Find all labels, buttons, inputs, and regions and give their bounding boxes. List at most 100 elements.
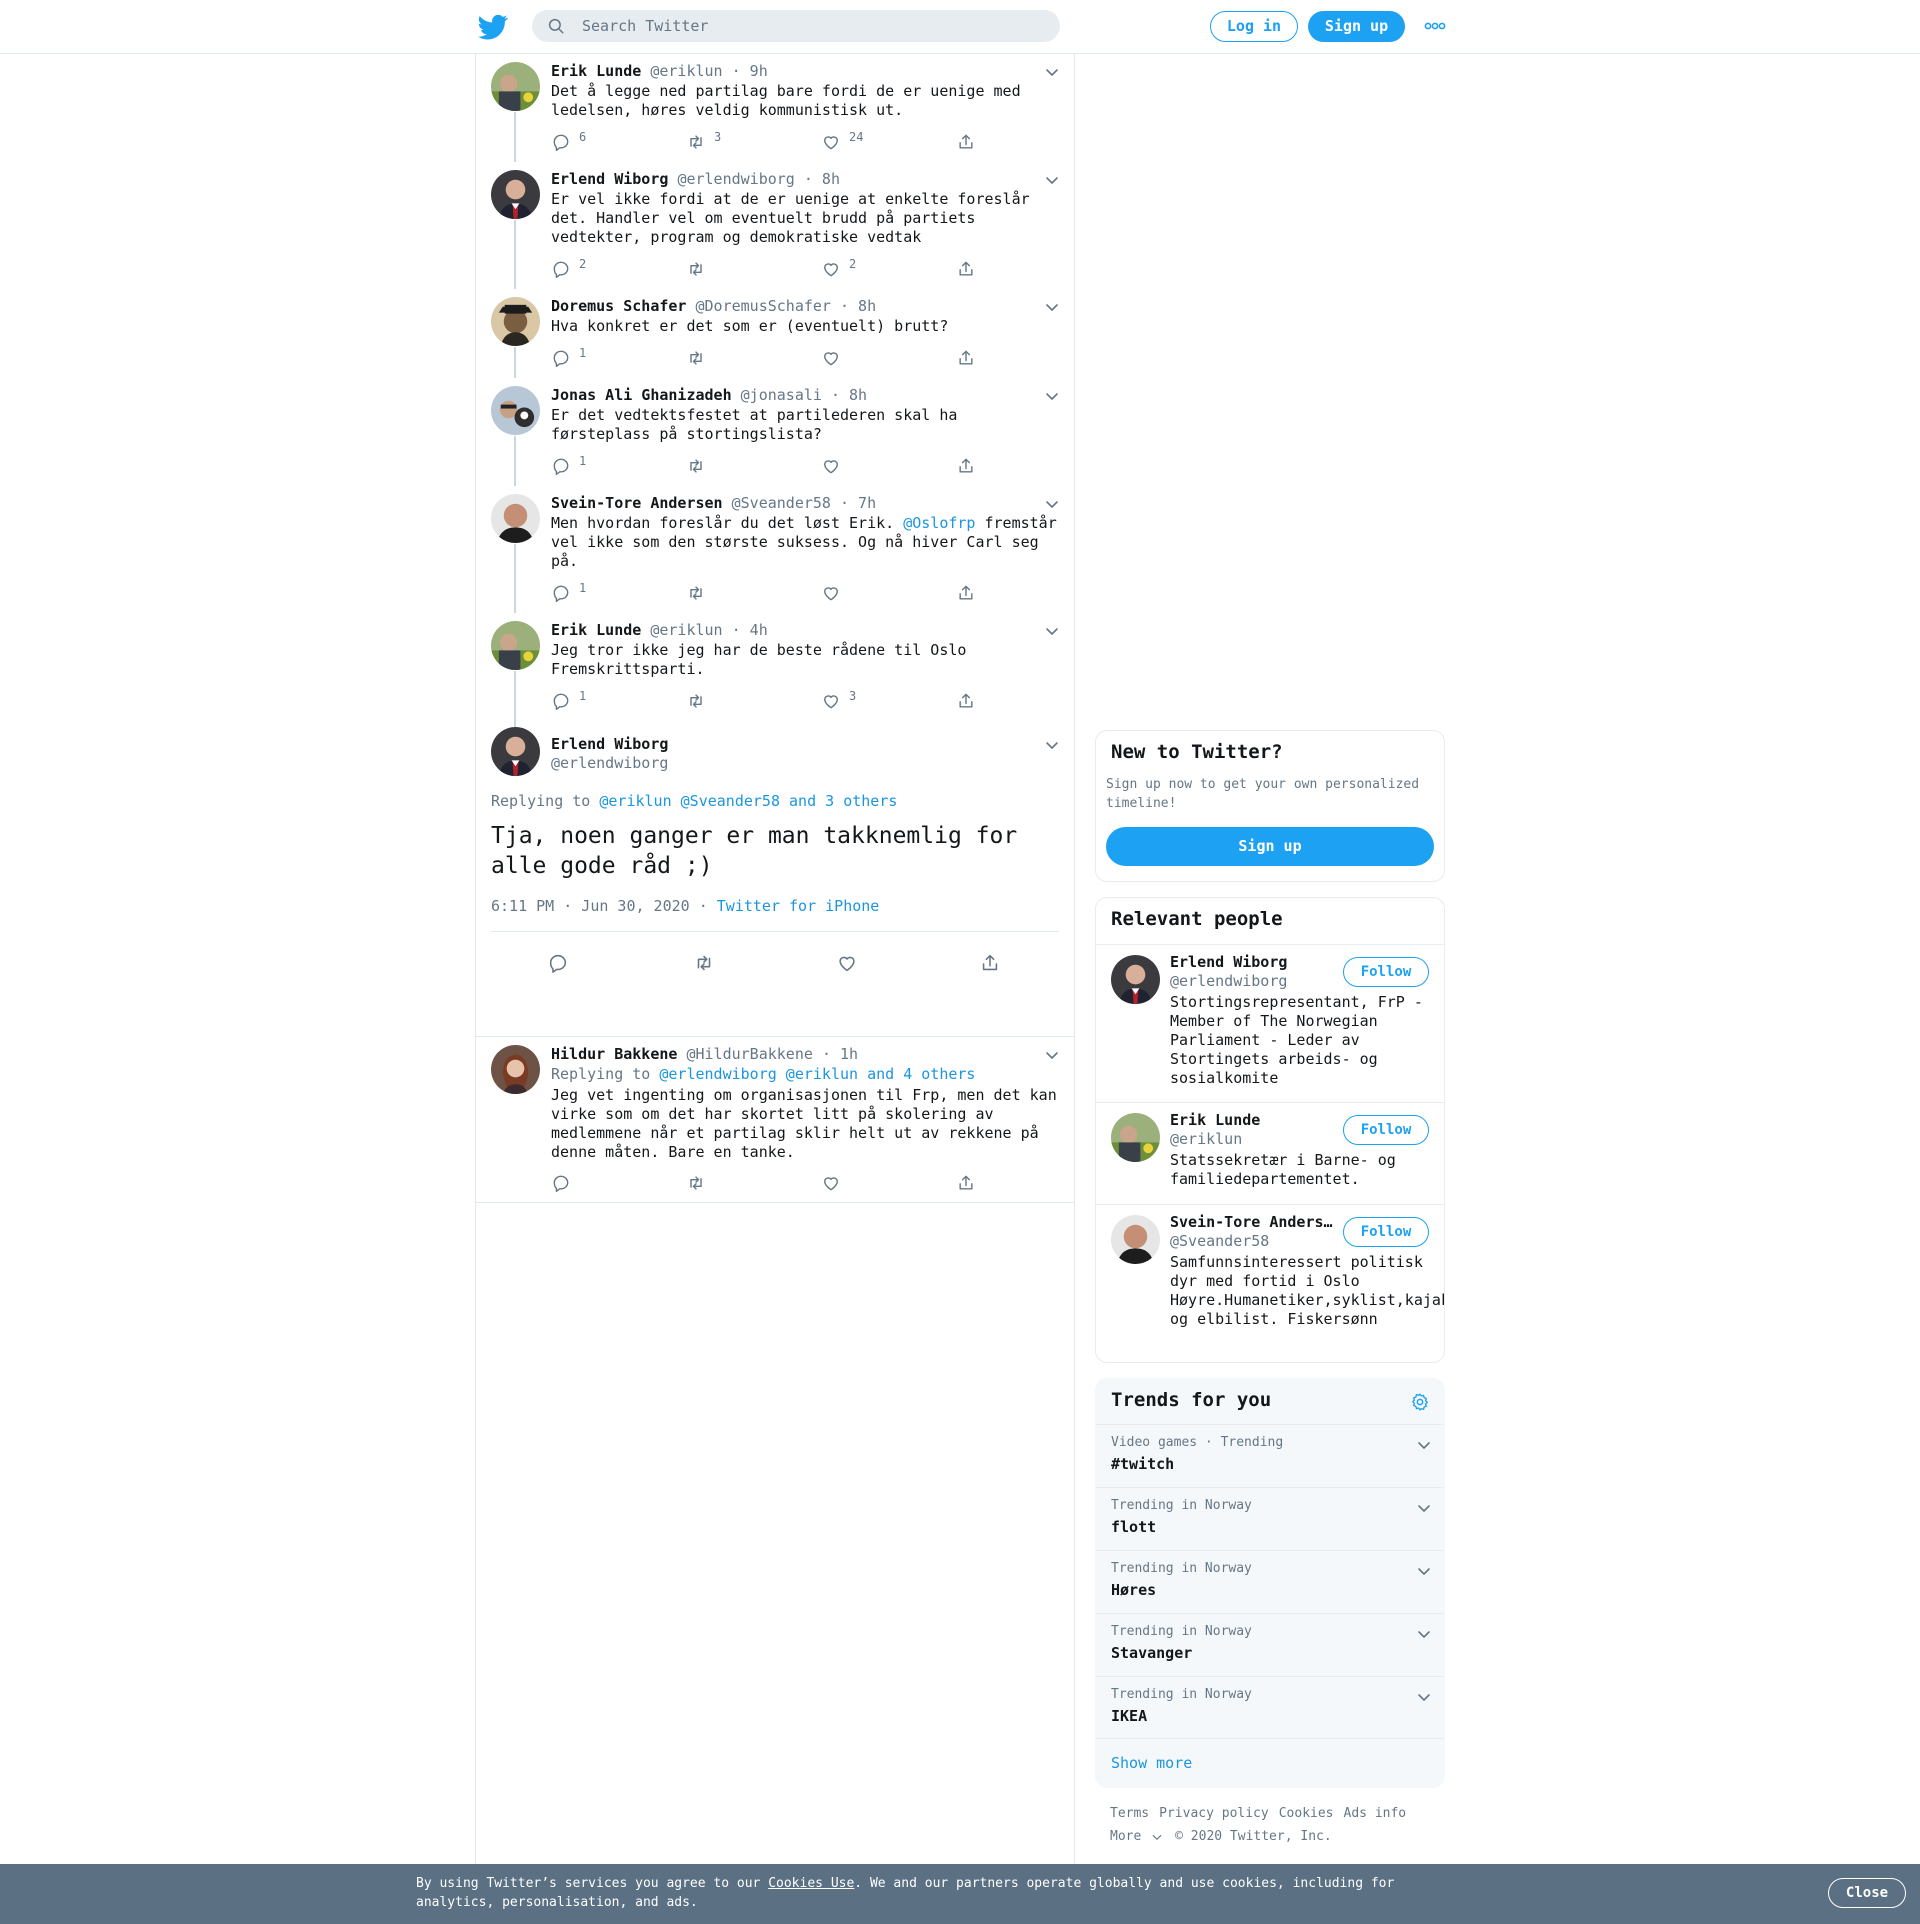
more-icon[interactable]	[1424, 18, 1446, 34]
show-more-label[interactable]: Show more	[1111, 1754, 1192, 1772]
trend-name[interactable]: Høres	[1111, 1581, 1156, 1599]
author-handle[interactable]: @eriklun	[650, 621, 722, 639]
reply-icon[interactable]	[547, 952, 569, 974]
search-box[interactable]: Search Twitter	[532, 10, 1060, 42]
chevron-down-icon[interactable]	[1044, 388, 1060, 404]
share-button[interactable]	[956, 456, 976, 476]
author-handle[interactable]: @HildurBakkene	[686, 1045, 812, 1063]
footer-link-cookies[interactable]: Cookies	[1279, 1806, 1334, 1821]
avatar[interactable]	[491, 494, 540, 543]
trend-item[interactable]: Trending in Norway flott	[1096, 1487, 1444, 1550]
replying-to-links[interactable]: @erlendwiborg @eriklun and 4 others	[659, 1065, 975, 1083]
chevron-down-icon[interactable]	[1044, 1047, 1060, 1063]
trend-item[interactable]: Trending in Norway Høres	[1096, 1550, 1444, 1613]
author-name[interactable]: Erik Lunde	[551, 621, 641, 639]
follow-button[interactable]: Follow	[1343, 1115, 1429, 1145]
like-button[interactable]: 2	[821, 257, 856, 279]
sign-up-button[interactable]: Sign up	[1308, 11, 1405, 42]
show-more-link[interactable]: Show more	[1096, 1738, 1444, 1787]
reply-button[interactable]	[551, 1173, 571, 1193]
author-handle[interactable]: @DoremusSchafer	[696, 297, 831, 315]
log-in-button[interactable]: Log in	[1210, 11, 1298, 42]
author-name[interactable]: Erik Lunde	[551, 62, 641, 80]
trend-name[interactable]: flott	[1111, 1518, 1156, 1536]
trend-item[interactable]: Video games · Trending #twitch	[1096, 1424, 1444, 1487]
tweet[interactable]: Svein-Tore Andersen @Sveander58 · 7h Men…	[476, 486, 1074, 613]
retweet-button[interactable]	[686, 259, 714, 279]
like-button[interactable]: 3	[821, 689, 856, 711]
share-button[interactable]	[956, 583, 976, 603]
gear-icon[interactable]	[1410, 1392, 1430, 1412]
author-name[interactable]: Hildur Bakkene	[551, 1045, 677, 1063]
reply-button[interactable]: 1	[551, 346, 586, 368]
person-item[interactable]: Erlend Wiborg @erlendwiborg Follow Stort…	[1096, 944, 1444, 1102]
retweet-button[interactable]	[686, 1173, 706, 1193]
tweet[interactable]: Erik Lunde @eriklun · 9h Det å legge ned…	[476, 54, 1074, 162]
author-name[interactable]: Erlend Wiborg	[551, 735, 668, 753]
retweet-button[interactable]	[686, 348, 714, 368]
chevron-down-icon[interactable]	[1416, 1437, 1432, 1453]
avatar[interactable]	[491, 727, 540, 776]
person-item[interactable]: Svein-Tore Andersen @Sveander58 Follow S…	[1096, 1204, 1444, 1362]
author-handle[interactable]: @erlendwiborg	[677, 170, 794, 188]
tweet-time[interactable]: · 7h	[840, 494, 876, 512]
share-button[interactable]	[956, 132, 976, 152]
tweet-time[interactable]: · 8h	[840, 297, 876, 315]
like-button[interactable]	[821, 583, 849, 603]
footer-link-terms[interactable]: Terms	[1110, 1806, 1149, 1821]
person-name[interactable]: Svein-Tore Andersen	[1170, 1213, 1338, 1231]
chevron-down-icon[interactable]	[1416, 1689, 1432, 1705]
chevron-down-icon[interactable]	[1044, 737, 1060, 753]
avatar[interactable]	[1111, 1215, 1160, 1264]
replying-to-links[interactable]: @eriklun @Sveander58 and 3 others	[599, 792, 897, 810]
tweet-source-link[interactable]: Twitter for iPhone	[717, 897, 880, 915]
share-button[interactable]	[956, 1173, 976, 1193]
reply-button[interactable]: 1	[551, 581, 586, 603]
retweet-button[interactable]	[686, 456, 714, 476]
person-name[interactable]: Erik Lunde	[1170, 1111, 1338, 1129]
author-name[interactable]: Erlend Wiborg	[551, 170, 668, 188]
avatar[interactable]	[491, 1045, 540, 1094]
avatar[interactable]	[491, 621, 540, 670]
trend-item[interactable]: Trending in Norway IKEA	[1096, 1676, 1444, 1739]
person-item[interactable]: Erik Lunde @eriklun Follow Statssekretær…	[1096, 1102, 1444, 1204]
chevron-down-icon[interactable]	[1416, 1626, 1432, 1642]
share-button[interactable]	[956, 259, 976, 279]
author-handle[interactable]: @Sveander58	[732, 494, 831, 512]
tweet-time[interactable]: · 8h	[804, 170, 840, 188]
twitter-logo-icon[interactable]	[478, 12, 508, 42]
tweet-time[interactable]: · 1h	[822, 1045, 858, 1063]
avatar[interactable]	[1111, 955, 1160, 1004]
avatar[interactable]	[491, 170, 540, 219]
share-icon[interactable]	[979, 952, 1001, 974]
share-button[interactable]	[956, 348, 976, 368]
like-button[interactable]	[821, 1173, 841, 1193]
chevron-down-icon[interactable]	[1044, 64, 1060, 80]
retweet-icon[interactable]	[693, 952, 715, 974]
chevron-down-icon[interactable]	[1416, 1500, 1432, 1516]
footer-more-button[interactable]: More	[1110, 1829, 1163, 1844]
like-button[interactable]	[821, 456, 849, 476]
avatar[interactable]	[491, 62, 540, 111]
trend-name[interactable]: #twitch	[1111, 1455, 1174, 1473]
trend-item[interactable]: Trending in Norway Stavanger	[1096, 1613, 1444, 1676]
person-handle[interactable]: @eriklun	[1170, 1130, 1242, 1148]
follow-button[interactable]: Follow	[1343, 957, 1429, 987]
author-name[interactable]: Doremus Schafer	[551, 297, 686, 315]
chevron-down-icon[interactable]	[1044, 172, 1060, 188]
close-button[interactable]: Close	[1828, 1878, 1906, 1908]
person-name[interactable]: Erlend Wiborg	[1170, 953, 1338, 971]
footer-link-ads-info[interactable]: Ads info	[1344, 1806, 1407, 1821]
author-name[interactable]: Jonas Ali Ghanizadeh	[551, 386, 732, 404]
avatar[interactable]	[491, 297, 540, 346]
author-handle[interactable]: @erlendwiborg	[551, 754, 668, 772]
retweet-button[interactable]	[686, 583, 714, 603]
person-handle[interactable]: @erlendwiborg	[1170, 972, 1287, 990]
share-button[interactable]	[956, 691, 976, 711]
chevron-down-icon[interactable]	[1044, 299, 1060, 315]
tweet[interactable]: Doremus Schafer @DoremusSchafer · 8h Hva…	[476, 289, 1074, 378]
cookies-use-link[interactable]: Cookies Use	[768, 1876, 854, 1891]
retweet-button[interactable]	[686, 691, 714, 711]
tweet[interactable]: Hildur Bakkene @HildurBakkene · 1h Reply…	[476, 1037, 1074, 1203]
retweet-button[interactable]: 3	[686, 130, 721, 152]
